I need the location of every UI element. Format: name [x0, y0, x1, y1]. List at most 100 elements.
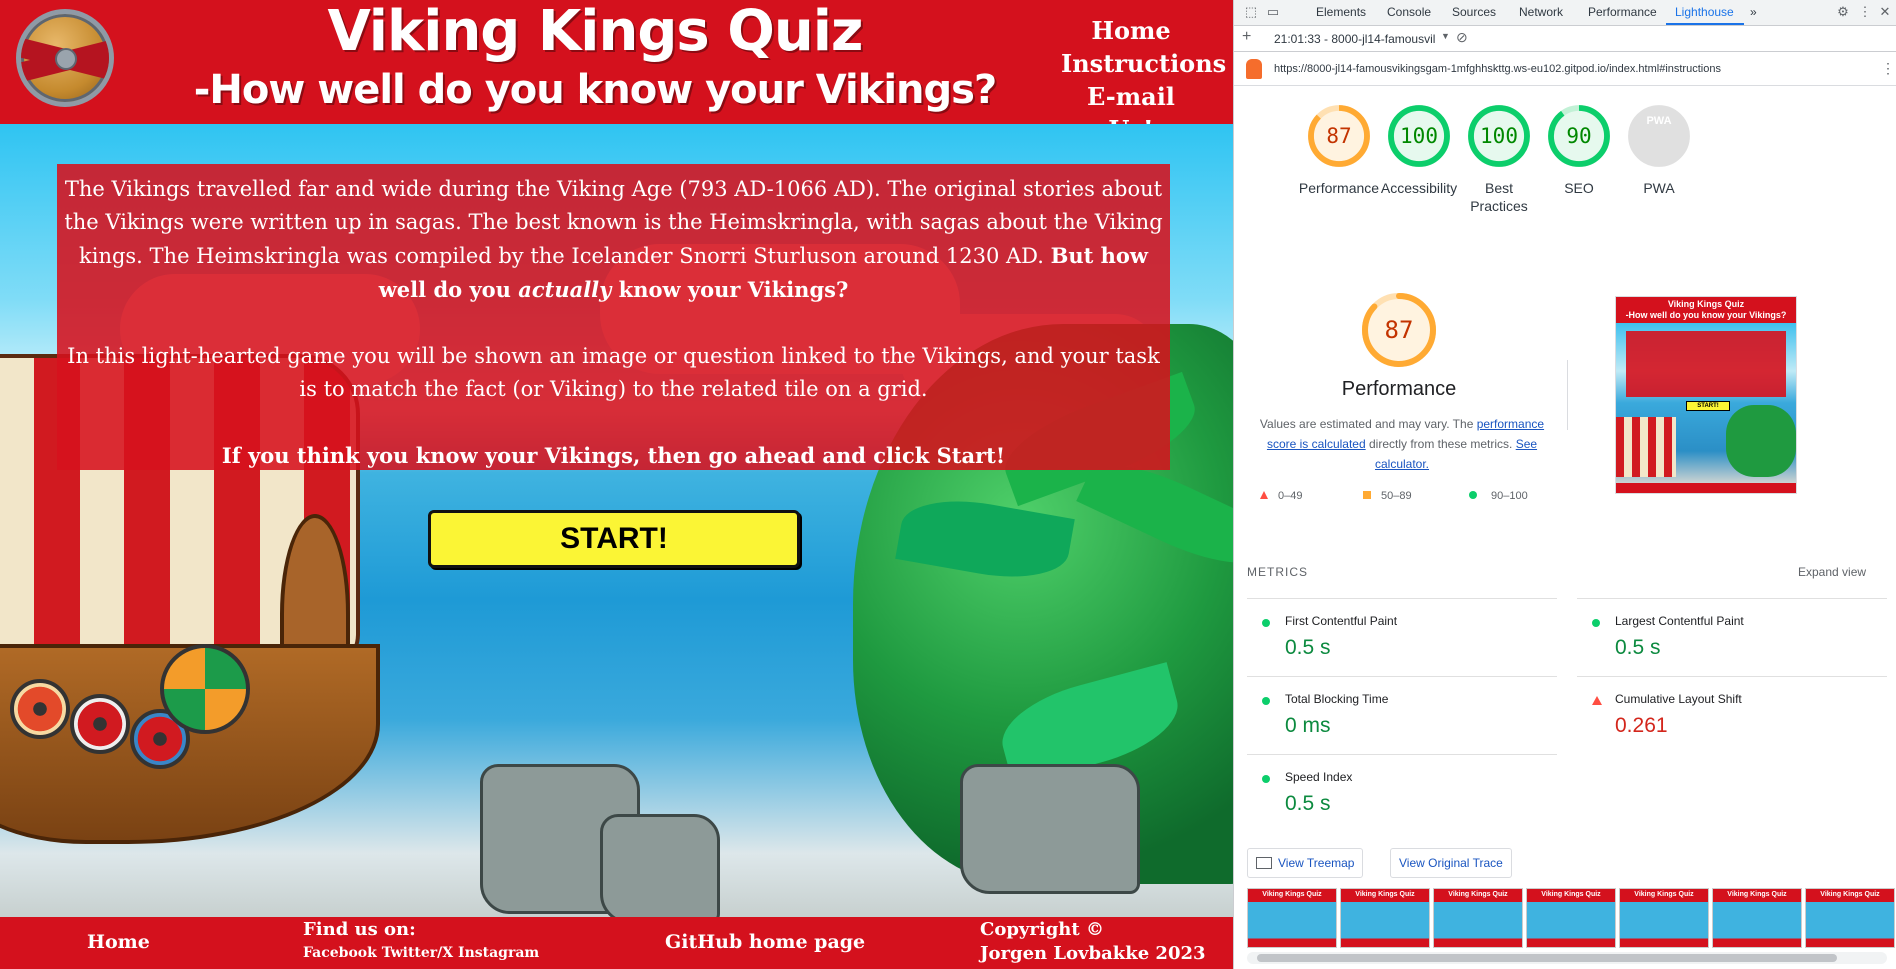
inspect-element-icon[interactable]: ⬚ [1242, 3, 1260, 21]
view-original-trace-button[interactable]: View Original Trace [1390, 848, 1512, 878]
metric-value: 0 ms [1285, 714, 1331, 737]
thumbnail-title: Viking Kings Quiz [1667, 299, 1745, 309]
score-gauge[interactable]: 90 [1544, 101, 1614, 171]
filmstrip-frame: Viking Kings Quiz [1619, 888, 1709, 948]
nav-home-link[interactable]: Home [1061, 14, 1201, 47]
rock [600, 814, 720, 924]
scrollbar-thumb[interactable] [1257, 954, 1837, 962]
score-value: PWA [1646, 115, 1672, 127]
metric-name: First Contentful Paint [1285, 614, 1398, 628]
score-value: 100 [1400, 124, 1438, 148]
button-label: View Treemap [1278, 856, 1355, 870]
frame-title: Viking Kings Quiz [1355, 891, 1415, 898]
expand-view-toggle[interactable]: Expand view [1798, 565, 1866, 579]
score-label: Best Practices [1470, 180, 1528, 214]
intro-paragraph-3: If you think you know your Vikings, then… [221, 443, 1006, 468]
score-gauge[interactable]: 87 [1304, 101, 1374, 171]
metric-item: Largest Contentful Paint 0.5 s [1577, 598, 1887, 676]
nav-instructions-link[interactable]: Instructions [1061, 47, 1226, 80]
tab-console[interactable]: Console [1387, 5, 1431, 19]
footer-find-us: Find us on: [303, 919, 416, 940]
metric-item: First Contentful Paint 0.5 s [1247, 598, 1557, 676]
more-options-icon[interactable]: ⋮ [1856, 3, 1874, 21]
thumbnail-start-button: START! [1686, 401, 1730, 411]
green-circle-icon [1592, 619, 1600, 627]
legend-average: 50–89 [1363, 490, 1412, 502]
intro-italic-text: actually [518, 277, 612, 302]
tab-network[interactable]: Network [1519, 5, 1563, 19]
performance-title: Performance [1341, 378, 1457, 400]
tab-elements[interactable]: Elements [1316, 5, 1366, 19]
filmstrip: Viking Kings Quiz Viking Kings Quiz Viking… [1247, 888, 1896, 948]
rock [960, 764, 1140, 894]
metric-value: 0.5 s [1615, 636, 1661, 659]
frame-title: Viking Kings Quiz [1262, 891, 1322, 898]
more-tabs-icon[interactable]: » [1750, 5, 1757, 19]
filmstrip-frame: Viking Kings Quiz [1526, 888, 1616, 948]
metric-name: Largest Contentful Paint [1615, 614, 1744, 628]
screen: Viking Kings Quiz -How well do you know … [0, 0, 1896, 969]
site-title: Viking Kings Quiz -How well do you know … [130, 0, 1060, 116]
lighthouse-toolbar: + 21:01:33 - 8000-jl14-famousvil ▼ ⊘ [1234, 26, 1896, 52]
legend-fail: 0–49 [1260, 490, 1302, 502]
footer-social-links[interactable]: Facebook Twitter/X Instagram [303, 945, 539, 961]
footer-github-link[interactable]: GitHub home page [665, 931, 865, 953]
footer-home-link[interactable]: Home [87, 931, 150, 953]
device-toolbar-icon[interactable]: ▭ [1264, 3, 1282, 21]
score-gauge[interactable]: 100 [1384, 101, 1454, 171]
filmstrip-frame: Viking Kings Quiz [1247, 888, 1337, 948]
chevron-down-icon[interactable]: ▼ [1441, 31, 1450, 41]
desc-text: Values are estimated and may vary. The [1259, 417, 1477, 431]
frame-title: Viking Kings Quiz [1448, 891, 1508, 898]
title-line-1: Viking Kings Quiz [327, 0, 863, 64]
legend-pass: 90–100 [1469, 490, 1528, 502]
close-icon[interactable]: ✕ [1876, 3, 1894, 21]
active-tab-indicator [1666, 23, 1744, 25]
metric-value: 0.5 s [1285, 636, 1331, 659]
filmstrip-frame: Viking Kings Quiz [1433, 888, 1523, 948]
score-gauge[interactable]: 100 [1464, 101, 1534, 171]
orange-square-icon [1363, 491, 1371, 499]
report-select[interactable]: 21:01:33 - 8000-jl14-famousvil [1274, 32, 1435, 46]
tab-performance[interactable]: Performance [1588, 5, 1657, 19]
site-header: Viking Kings Quiz -How well do you know … [0, 0, 1233, 144]
devtools-panel: ⬚ ▭ Elements Console Sources Network Per… [1233, 0, 1896, 969]
devtools-tab-bar: ⬚ ▭ Elements Console Sources Network Per… [1234, 0, 1896, 26]
green-circle-icon [1469, 491, 1477, 499]
tab-lighthouse[interactable]: Lighthouse [1675, 5, 1734, 19]
frame-title: Viking Kings Quiz [1541, 891, 1601, 898]
metric-item: Cumulative Layout Shift 0.261 [1577, 676, 1887, 754]
settings-gear-icon[interactable]: ⚙ [1834, 3, 1852, 21]
metric-value: 0.261 [1615, 714, 1668, 737]
intro-text-box: The Vikings travelled far and wide durin… [57, 164, 1170, 470]
ship-shield-icon [10, 679, 70, 739]
title-line-2: -How well do you know your Vikings? [193, 67, 997, 113]
score-gauge[interactable]: PWA [1624, 101, 1694, 171]
filmstrip-frame: Viking Kings Quiz [1712, 888, 1802, 948]
intro-bold-text: know your Vikings? [611, 277, 849, 302]
treemap-icon [1256, 856, 1272, 869]
add-report-icon[interactable]: + [1242, 28, 1251, 46]
viking-shield-logo[interactable] [16, 9, 114, 107]
footer-copyright: Copyright © [980, 919, 1104, 940]
legend-label: 50–89 [1381, 490, 1412, 502]
ship-shield-icon [70, 694, 130, 754]
report-url[interactable]: https://8000-jl14-famousvikingsgam-1mfgh… [1274, 63, 1721, 75]
view-treemap-button[interactable]: View Treemap [1247, 848, 1364, 878]
report-url-bar: https://8000-jl14-famousvikingsgam-1mfgh… [1234, 52, 1896, 86]
filmstrip-frame: Viking Kings Quiz [1340, 888, 1430, 948]
performance-description: Values are estimated and may vary. The p… [1252, 414, 1552, 474]
filmstrip-frame: Viking Kings Quiz [1805, 888, 1895, 948]
score-label: PWA [1643, 180, 1675, 196]
horizontal-scrollbar[interactable] [1247, 952, 1887, 964]
report-menu-icon[interactable]: ⋮ [1881, 60, 1895, 77]
start-button[interactable]: START! [428, 510, 800, 568]
tab-sources[interactable]: Sources [1452, 5, 1496, 19]
footer-author: Jorgen Lovbakke 2023 [980, 943, 1206, 964]
metric-item: Speed Index 0.5 s [1247, 754, 1557, 832]
clear-reports-icon[interactable]: ⊘ [1456, 29, 1468, 46]
green-circle-icon [1262, 697, 1270, 705]
final-screenshot-thumbnail[interactable]: Viking Kings Quiz -How well do you know … [1615, 296, 1797, 494]
performance-gauge: 87 [1359, 290, 1439, 370]
red-triangle-icon [1592, 696, 1602, 705]
